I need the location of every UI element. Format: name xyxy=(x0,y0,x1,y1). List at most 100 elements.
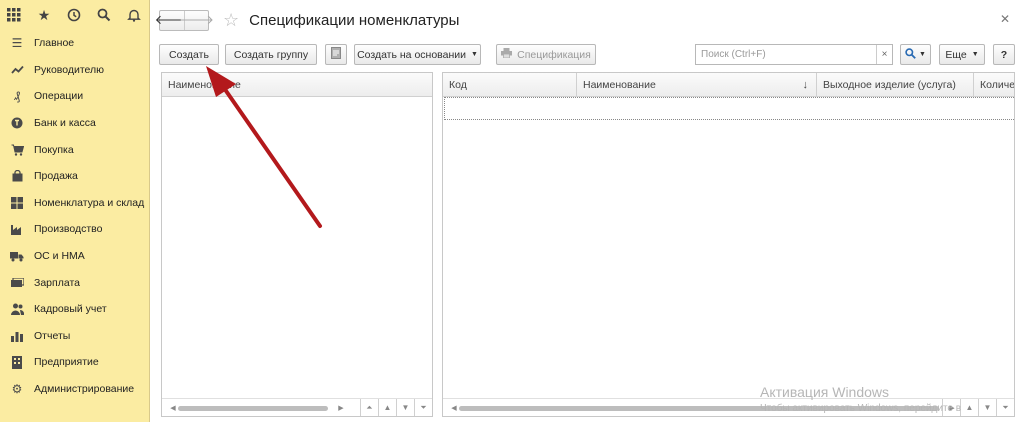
scroll-left-icon[interactable]: ◀ xyxy=(168,404,178,412)
clear-search-button[interactable]: × xyxy=(876,45,892,64)
sidebar-item-enterprise[interactable]: Предприятие xyxy=(0,349,149,376)
column-header-label: Количе xyxy=(980,78,1015,91)
cart-icon xyxy=(10,143,24,157)
sidebar-item-label: Главное xyxy=(34,37,75,50)
create-group-button-label: Создать группу xyxy=(233,48,309,61)
sidebar: ★ ☰ Главное Руководителю ₰ Операции Банк… xyxy=(0,0,150,422)
document-icon xyxy=(331,47,341,62)
sort-down-icon: ↓ xyxy=(802,78,809,91)
help-button[interactable]: ? xyxy=(993,44,1015,65)
sidebar-item-label: Покупка xyxy=(34,143,74,156)
page-up-icon[interactable]: ▲ xyxy=(960,399,978,416)
star-icon[interactable]: ★ xyxy=(36,7,52,23)
trend-chart-icon xyxy=(10,63,24,77)
column-header-output-product[interactable]: Выходное изделие (услуга) xyxy=(817,73,974,96)
search-icon xyxy=(905,47,916,62)
more-menu-button[interactable]: Еще ▼ xyxy=(939,44,985,65)
sidebar-item-administration[interactable]: ⚙ Администрирование xyxy=(0,376,149,403)
table-header: Код Наименование ↓ Выходное изделие (усл… xyxy=(443,73,1015,97)
sidebar-item-label: Номенклатура и склад xyxy=(34,196,145,209)
sidebar-item-label: ОС и НМА xyxy=(34,250,85,263)
table-row[interactable] xyxy=(444,97,1014,120)
sidebar-item-main[interactable]: ☰ Главное xyxy=(0,30,149,57)
sidebar-item-reports[interactable]: Отчеты xyxy=(0,323,149,350)
watermark-subtitle: Чтобы активировать Windows, перейдите в xyxy=(760,403,962,414)
column-header-code[interactable]: Код xyxy=(443,73,577,96)
bag-icon xyxy=(10,169,24,183)
scroll-left-icon[interactable]: ◀ xyxy=(449,404,459,412)
sidebar-item-production[interactable]: Производство xyxy=(0,216,149,243)
specifications-table[interactable]: Код Наименование ↓ Выходное изделие (усл… xyxy=(442,72,1015,417)
favorite-star-icon[interactable]: ☆ xyxy=(223,10,239,31)
horizontal-scrollbar[interactable]: ◀ ▶ xyxy=(168,404,346,412)
column-header-label: Код xyxy=(449,78,467,91)
column-header-label: Выходное изделие (услуга) xyxy=(823,78,956,91)
sidebar-toolbar: ★ xyxy=(0,0,149,30)
sidebar-item-nomenclature[interactable]: Номенклатура и склад xyxy=(0,190,149,217)
factory-icon xyxy=(10,222,24,236)
close-icon[interactable]: ✕ xyxy=(1000,12,1010,26)
first-page-icon[interactable]: ⏶ xyxy=(360,399,378,416)
specification-label: Спецификация xyxy=(517,48,591,61)
sidebar-item-salary[interactable]: Зарплата xyxy=(0,269,149,296)
printer-icon xyxy=(501,48,513,61)
page-down-icon[interactable]: ▼ xyxy=(978,399,996,416)
column-header-label: Наименование xyxy=(168,78,241,91)
page-down-icon[interactable]: ▼ xyxy=(396,399,414,416)
navigation-buttons: 🡐 🡒 xyxy=(155,9,214,31)
money-icon xyxy=(10,276,24,290)
sidebar-item-label: Администрирование xyxy=(34,383,135,396)
column-header-name[interactable]: Наименование ↓ xyxy=(577,73,817,96)
history-icon[interactable] xyxy=(66,7,82,23)
forward-arrow-icon[interactable]: 🡒 xyxy=(179,10,214,30)
menu-lines-icon: ☰ xyxy=(11,36,23,51)
sidebar-item-manager[interactable]: Руководителю xyxy=(0,57,149,84)
column-header-label: Наименование xyxy=(583,78,656,91)
apps-grid-icon[interactable] xyxy=(6,7,22,23)
sidebar-item-fixed-assets[interactable]: ОС и НМА xyxy=(0,243,149,270)
create-based-on-label: Создать на основании xyxy=(357,48,466,61)
windows-activation-watermark: Активация Windows Чтобы активировать Win… xyxy=(760,384,961,414)
create-group-button[interactable]: Создать группу xyxy=(225,44,317,65)
column-header-quantity[interactable]: Количе xyxy=(974,73,1015,96)
create-based-on-dropdown[interactable]: Создать на основании ▼ xyxy=(354,44,481,65)
page-title: Спецификации номенклатуры xyxy=(249,11,460,29)
help-label: ? xyxy=(1000,48,1008,61)
gear-icon: ⚙ xyxy=(11,382,23,397)
toolbar: Создать Создать группу Создать на основа… xyxy=(159,44,1015,66)
truck-icon xyxy=(10,249,24,263)
sidebar-item-label: Отчеты xyxy=(34,329,71,342)
table-header: Наименование xyxy=(162,73,432,97)
sidebar-item-label: Предприятие xyxy=(34,356,99,369)
scroll-right-icon[interactable]: ▶ xyxy=(336,404,346,412)
search-input[interactable] xyxy=(696,45,876,64)
scrollbar-thumb[interactable] xyxy=(178,405,328,411)
sidebar-item-hr[interactable]: Кадровый учет xyxy=(0,296,149,323)
sidebar-item-bank[interactable]: Банк и касса xyxy=(0,110,149,137)
bar-chart-icon xyxy=(10,329,24,343)
groups-list[interactable]: Наименование ◀ ▶ ⏶ ▲ ▼ ⏷ xyxy=(161,72,433,417)
column-header-name[interactable]: Наименование xyxy=(162,73,432,96)
sidebar-item-label: Руководителю xyxy=(34,63,105,76)
search-options-button[interactable]: ▼ xyxy=(900,44,931,65)
print-list-button[interactable] xyxy=(325,44,347,65)
building-icon xyxy=(10,355,24,369)
sidebar-nav: ☰ Главное Руководителю ₰ Операции Банк и… xyxy=(0,30,149,402)
sidebar-item-purchase[interactable]: Покупка xyxy=(0,136,149,163)
table-footer: ◀ ▶ ⏶ ▲ ▼ ⏷ xyxy=(162,398,432,416)
last-page-icon[interactable]: ⏷ xyxy=(996,399,1014,416)
create-button[interactable]: Создать xyxy=(159,44,219,65)
page-up-icon[interactable]: ▲ xyxy=(378,399,396,416)
form-header: 🡐 🡒 ☆ Спецификации номенклатуры xyxy=(155,8,460,32)
more-menu-label: Еще xyxy=(945,48,967,61)
people-icon xyxy=(10,302,24,316)
coin-icon xyxy=(10,116,24,130)
sidebar-item-operations[interactable]: ₰ Операции xyxy=(0,83,149,110)
specification-print-button[interactable]: Спецификация xyxy=(496,44,596,65)
search-icon[interactable] xyxy=(96,7,112,23)
sidebar-item-label: Банк и касса xyxy=(34,117,96,130)
bell-icon[interactable] xyxy=(126,7,142,23)
last-page-icon[interactable]: ⏷ xyxy=(414,399,432,416)
sidebar-item-sales[interactable]: Продажа xyxy=(0,163,149,190)
search-box: × xyxy=(695,44,893,65)
